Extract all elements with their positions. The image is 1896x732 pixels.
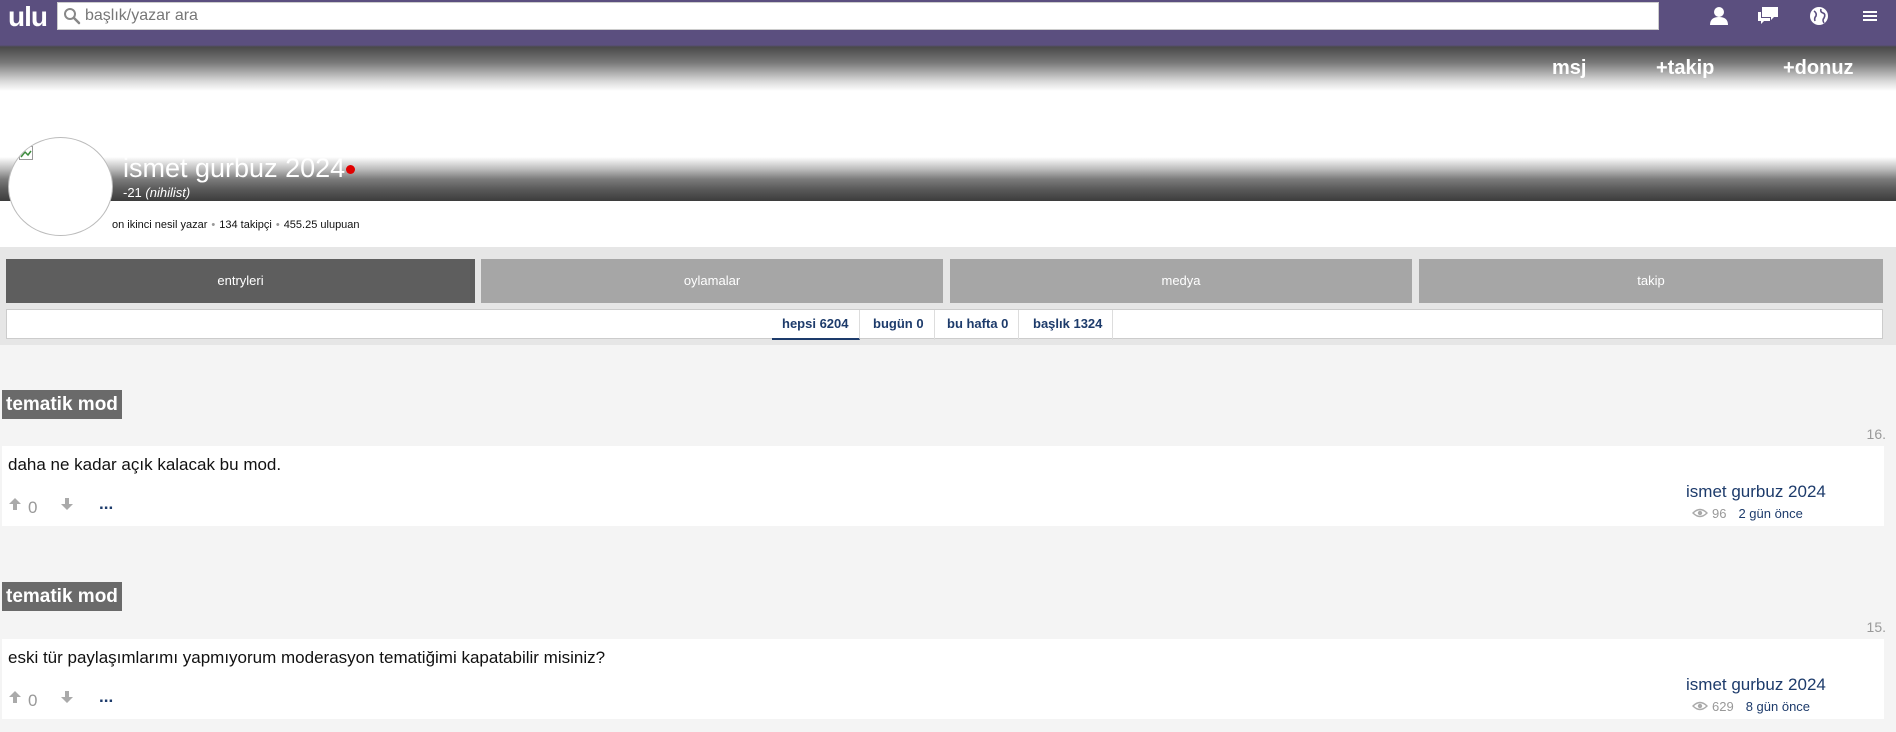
profile-name: ismet gurbuz 2024 — [123, 153, 346, 183]
avatar[interactable] — [8, 137, 113, 236]
points-count: 455.25 ulupuan — [283, 219, 360, 231]
filter-topics[interactable]: başlık 1324 — [1023, 310, 1114, 340]
broken-image-icon — [19, 146, 33, 160]
search-input[interactable] — [83, 4, 1658, 28]
entry-meta: 629 8 gün önce — [1692, 699, 1810, 714]
filter-today[interactable]: bugün 0 — [863, 310, 935, 340]
entry-filter-bar: hepsi 6204 bugün 0 bu hafta 0 başlık 132… — [6, 309, 1883, 340]
tab-entries[interactable]: entryleri — [6, 259, 475, 303]
view-count: 96 — [1712, 506, 1727, 521]
score-type: (nihilist) — [145, 185, 191, 200]
tab-votes[interactable]: oylamalar — [481, 259, 943, 303]
messages-icon[interactable] — [1754, 3, 1782, 29]
message-button[interactable]: msj — [1552, 57, 1586, 80]
site-logo[interactable]: ulu — [0, 0, 55, 33]
profile-cover: msj +takip +donuz — [0, 33, 1896, 91]
downvote-icon[interactable] — [60, 497, 74, 511]
eye-icon — [1692, 699, 1708, 714]
entry-time[interactable]: 2 gün önce — [1738, 506, 1802, 521]
entry-card: daha ne kadar açık kalacak bu mod. 0 ...… — [2, 446, 1884, 526]
user-icon[interactable] — [1705, 3, 1733, 29]
tab-media[interactable]: medya — [950, 259, 1412, 303]
upvote-icon[interactable] — [8, 690, 22, 704]
score-value: -21 — [123, 185, 142, 200]
follow-button[interactable]: +takip — [1656, 57, 1714, 80]
top-bar: ulu — [0, 0, 1896, 33]
entry-text: eski tür paylaşımlarımı yapmıyorum moder… — [8, 648, 606, 667]
profile-header: ismet gurbuz 2024 -21 (nihilist) on ikin… — [0, 91, 1896, 247]
entry-card: eski tür paylaşımlarımı yapmıyorum moder… — [2, 639, 1884, 719]
more-options[interactable]: ... — [99, 494, 113, 514]
downvote-icon[interactable] — [60, 690, 74, 704]
view-count: 629 — [1712, 699, 1734, 714]
filter-all[interactable]: hepsi 6204 — [772, 310, 860, 340]
more-options[interactable]: ... — [99, 687, 113, 707]
entry-author[interactable]: ismet gurbuz 2024 — [1686, 675, 1826, 695]
donuz-button[interactable]: +donuz — [1783, 57, 1854, 80]
menu-icon[interactable] — [1856, 3, 1884, 29]
entry-time[interactable]: 8 gün önce — [1746, 699, 1810, 714]
followers-count[interactable]: 134 takipçi — [219, 219, 272, 231]
entry-text: daha ne kadar açık kalacak bu mod. — [8, 455, 282, 474]
vote-count: 0 — [28, 498, 38, 517]
search-box[interactable] — [57, 2, 1659, 30]
filter-this-week[interactable]: bu hafta 0 — [937, 310, 1020, 340]
entry-number[interactable]: 16. — [1867, 426, 1886, 442]
profile-stats: on ikinci nesil yazar • 134 takipçi • 455.25… — [112, 219, 360, 231]
topic-title[interactable]: tematik mod — [2, 582, 122, 611]
topic-title[interactable]: tematik mod — [2, 390, 122, 419]
entry-number[interactable]: 15. — [1867, 619, 1886, 635]
entry-meta: 96 2 gün önce — [1692, 506, 1803, 521]
tab-follow[interactable]: takip — [1419, 259, 1883, 303]
vote-count: 0 — [28, 691, 38, 710]
generation-label: on ikinci nesil yazar — [112, 219, 208, 231]
profile-score: -21 (nihilist) — [123, 185, 190, 200]
search-icon — [61, 5, 83, 27]
globe-icon[interactable] — [1805, 3, 1833, 29]
eye-icon — [1692, 506, 1708, 521]
online-indicator — [346, 165, 355, 174]
entry-author[interactable]: ismet gurbuz 2024 — [1686, 482, 1826, 502]
upvote-icon[interactable] — [8, 497, 22, 511]
